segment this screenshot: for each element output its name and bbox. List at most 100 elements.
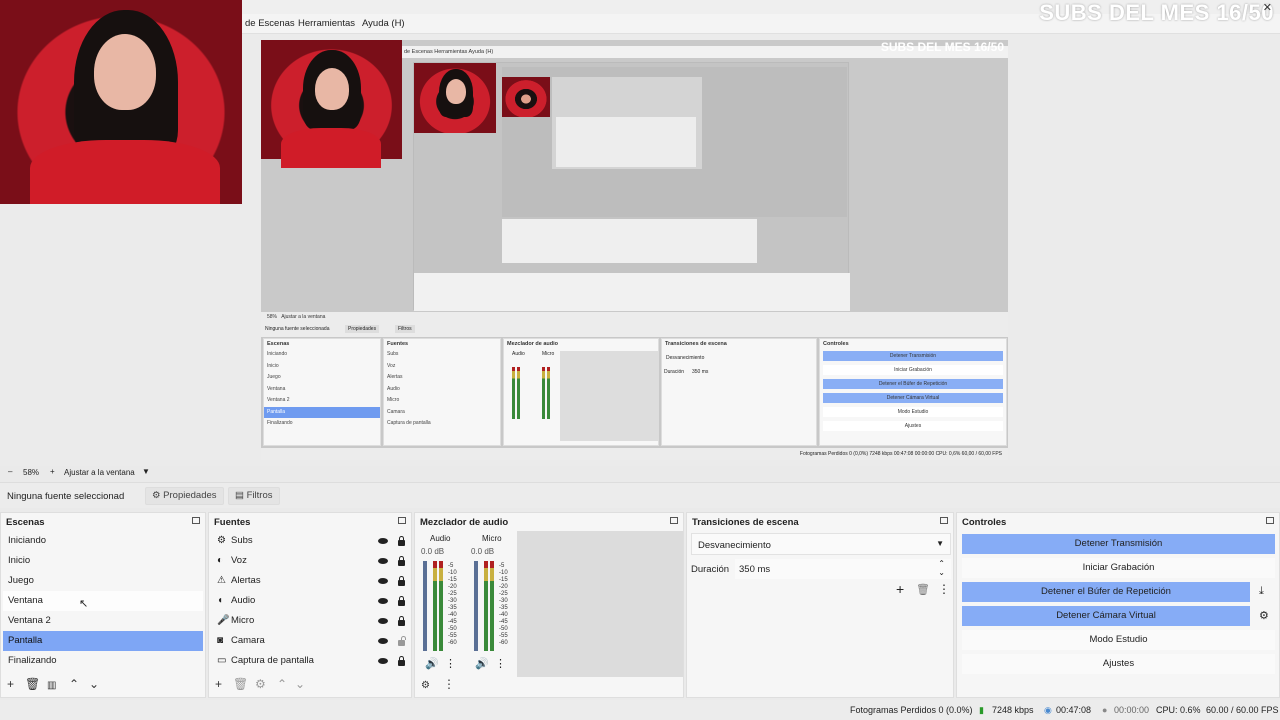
source-label: Camara xyxy=(231,635,265,646)
move-up-icon[interactable]: ⌃ xyxy=(69,677,79,691)
nested-preview-2 xyxy=(413,62,850,311)
record-time: 00:00:00 xyxy=(1114,705,1150,715)
undock-icon[interactable] xyxy=(940,517,948,524)
lock-icon[interactable] xyxy=(398,576,405,586)
source-item[interactable]: ◙ Camara xyxy=(211,631,409,651)
lock-icon[interactable] xyxy=(398,556,405,566)
speaker-icon[interactable]: 🔊 xyxy=(475,657,489,670)
display-icon: ▭ xyxy=(217,655,227,666)
gear-icon: ⚙ xyxy=(152,490,161,501)
lock-icon[interactable] xyxy=(398,596,405,606)
scene-filters-icon[interactable]: ▥ xyxy=(47,680,56,691)
kebab-menu-icon[interactable]: ⋮ xyxy=(445,657,456,670)
unlock-icon[interactable] xyxy=(398,636,406,646)
fit-select[interactable]: Ajustar a la ventana xyxy=(64,468,135,477)
scenes-title: Escenas xyxy=(6,517,45,528)
audio-mixer-dock: Mezclador de audio Audio 0.0 dB Micro 0.… xyxy=(414,512,684,698)
record-icon: ● xyxy=(1102,705,1108,715)
gear-icon[interactable]: ⚙ xyxy=(1259,609,1269,622)
webcam-overlay xyxy=(0,0,242,204)
volume-slider[interactable] xyxy=(474,561,478,651)
properties-button[interactable]: ⚙ Propiedades xyxy=(145,487,224,505)
chevron-down-icon[interactable]: ▼ xyxy=(142,467,150,476)
trash-icon[interactable]: 🗑 xyxy=(25,677,40,691)
kebab-menu-icon[interactable]: ⋮ xyxy=(495,657,506,670)
source-item[interactable]: ◐ Voz xyxy=(211,551,409,571)
zoom-level: 58% xyxy=(23,468,40,477)
visibility-eye-icon[interactable] xyxy=(378,578,388,584)
scene-item[interactable]: Finalizando xyxy=(3,651,203,671)
undock-icon[interactable] xyxy=(398,517,406,524)
stop-streaming-button[interactable]: Detener Transmisión xyxy=(962,534,1275,554)
zoom-out-button[interactable]: – xyxy=(8,467,12,476)
zoom-in-button[interactable]: + xyxy=(50,467,55,476)
scenes-dock: Escenas Iniciando Inicio Juego Ventana Venta… xyxy=(0,512,206,698)
undock-icon[interactable] xyxy=(192,517,200,524)
trash-icon[interactable]: 🗑 xyxy=(916,583,930,596)
move-down-icon[interactable]: ⌄ xyxy=(295,677,305,691)
scene-item[interactable]: Inicio xyxy=(3,551,203,571)
filters-button[interactable]: ▤ Filtros xyxy=(228,487,280,505)
visibility-eye-icon[interactable] xyxy=(378,658,388,664)
move-down-icon[interactable]: ⌄ xyxy=(89,677,99,691)
studio-mode-button[interactable]: Modo Estudio xyxy=(962,630,1275,650)
scene-item[interactable]: Ventana xyxy=(3,591,203,611)
move-up-icon[interactable]: ⌃ xyxy=(277,677,287,691)
menu-herramientas[interactable]: Herramientas xyxy=(298,18,355,29)
undock-icon[interactable] xyxy=(1266,517,1274,524)
visibility-eye-icon[interactable] xyxy=(378,538,388,544)
add-scene-icon[interactable]: + xyxy=(7,677,14,691)
scene-item[interactable]: Pantalla xyxy=(3,631,203,651)
volume-slider[interactable] xyxy=(423,561,427,651)
speaker-icon[interactable]: 🔊 xyxy=(425,657,439,670)
trash-icon[interactable]: 🗑 xyxy=(233,677,248,691)
stop-virtual-camera-button[interactable]: Detener Cámara Virtual xyxy=(962,606,1250,626)
stepper-up-icon[interactable]: ⌃ xyxy=(938,559,945,568)
undock-icon[interactable] xyxy=(670,517,678,524)
visibility-eye-icon[interactable] xyxy=(378,638,388,644)
stream-time: 00:47:08 xyxy=(1056,705,1092,715)
duration-input[interactable]: 350 ms ⌃ ⌄ xyxy=(735,559,951,579)
nested-source-item: Captura de pantalla xyxy=(387,420,431,426)
scene-item[interactable]: Juego xyxy=(3,571,203,591)
source-item[interactable]: ⚙ Subs xyxy=(211,531,409,551)
scene-item[interactable]: Iniciando xyxy=(3,531,203,551)
download-icon[interactable]: ⤓ xyxy=(1259,585,1264,598)
transition-select[interactable]: Desvanecimiento ▼ xyxy=(691,533,951,555)
gear-icon[interactable]: ⚙ xyxy=(255,677,266,691)
source-item[interactable]: ◖ Audio xyxy=(211,591,409,611)
lock-icon[interactable] xyxy=(398,616,405,626)
advanced-audio-icon[interactable]: ⚙ xyxy=(421,680,430,691)
source-item[interactable]: ⚠ Alertas xyxy=(211,571,409,591)
visibility-eye-icon[interactable] xyxy=(378,598,388,604)
channel-name: Audio xyxy=(430,534,451,543)
nested-source-item: Audio xyxy=(387,385,400,392)
close-icon[interactable]: ✕ xyxy=(1263,1,1272,14)
source-item[interactable]: ▭ Captura de pantalla xyxy=(211,651,409,671)
fps: 60.00 / 60.00 FPS xyxy=(1206,705,1279,715)
kebab-menu-icon[interactable]: ⋮ xyxy=(443,677,455,691)
stepper-down-icon[interactable]: ⌄ xyxy=(938,568,945,577)
nested-source-item: Alertas xyxy=(387,374,403,380)
settings-button[interactable]: Ajustes xyxy=(962,654,1275,674)
nested-control-button: Modo Estudio xyxy=(823,407,1003,417)
stream-icon: ◉ xyxy=(1044,705,1052,715)
source-label: Subs xyxy=(231,535,253,546)
menu-ayuda[interactable]: Ayuda (H) xyxy=(362,18,405,29)
kebab-menu-icon[interactable]: ⋮ xyxy=(938,582,950,596)
camera-icon: ◙ xyxy=(217,635,224,646)
source-item[interactable]: 🎤 Micro xyxy=(211,611,409,631)
scene-item[interactable]: Ventana 2 xyxy=(3,611,203,631)
visibility-eye-icon[interactable] xyxy=(378,618,388,624)
audio-input-icon: ◐ xyxy=(217,555,224,566)
add-source-icon[interactable]: + xyxy=(215,677,222,691)
lock-icon[interactable] xyxy=(398,656,405,666)
add-transition-icon[interactable]: + xyxy=(896,581,904,597)
nested-srcbar: Ninguna fuente seleccionada Propiedades … xyxy=(261,322,1008,337)
menu-escenas[interactable]: de Escenas xyxy=(245,18,295,29)
visibility-eye-icon[interactable] xyxy=(378,558,388,564)
lock-icon[interactable] xyxy=(398,536,405,546)
nested-overlay: SUBS DEL MES 16/50 xyxy=(880,40,1004,54)
start-recording-button[interactable]: Iniciar Grabación xyxy=(962,558,1275,578)
stop-replay-buffer-button[interactable]: Detener el Búfer de Repetición xyxy=(962,582,1250,602)
